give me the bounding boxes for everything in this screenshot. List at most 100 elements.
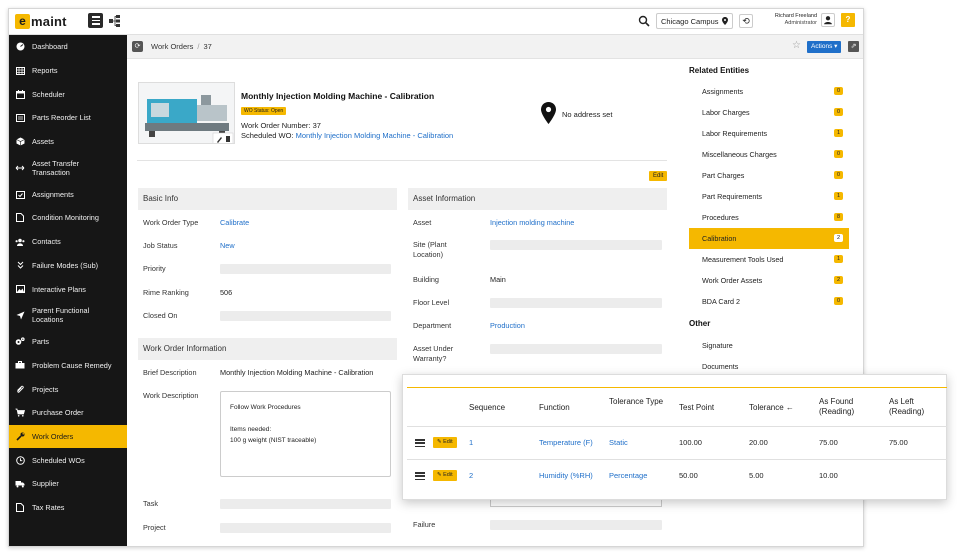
column-header[interactable]: Test Point bbox=[679, 403, 714, 413]
field-value[interactable]: Calibrate bbox=[220, 218, 249, 227]
column-header[interactable]: As Left (Reading) bbox=[889, 397, 946, 417]
failure-field[interactable] bbox=[490, 520, 662, 530]
project-field[interactable] bbox=[220, 523, 391, 533]
column-header[interactable]: As Found (Reading) bbox=[819, 397, 877, 417]
field-value[interactable]: Production bbox=[490, 321, 525, 330]
list-icon bbox=[15, 113, 25, 123]
task-field[interactable] bbox=[220, 499, 391, 509]
map-marker-icon bbox=[721, 17, 728, 25]
column-header[interactable]: Tolerance Type bbox=[609, 397, 663, 407]
empty-field[interactable] bbox=[490, 344, 662, 354]
related-item-bda-card-2[interactable]: BDA Card 2 0 bbox=[689, 291, 849, 312]
star-icon[interactable]: ☆ bbox=[792, 40, 801, 51]
cell-as-found: 75.00 bbox=[819, 438, 838, 447]
empty-field[interactable] bbox=[490, 298, 662, 308]
search-icon[interactable] bbox=[637, 14, 651, 28]
work-order-number: Work Order Number: 37 bbox=[241, 121, 321, 130]
other-heading: Other bbox=[689, 319, 711, 328]
edit-button[interactable]: Edit bbox=[649, 171, 668, 181]
sidebar-item-reports[interactable]: Reports bbox=[9, 59, 127, 83]
sidebar-item-failure-modes-sub[interactable]: Failure Modes (Sub) bbox=[9, 254, 127, 278]
external-link-icon[interactable]: ⇗ bbox=[848, 41, 859, 52]
cell-function[interactable]: Temperature (F) bbox=[539, 438, 593, 447]
sidebar-item-label: Interactive Plans bbox=[32, 284, 86, 294]
related-item-labor-requirements[interactable]: Labor Requirements 1 bbox=[689, 123, 849, 144]
cell-sequence[interactable]: 1 bbox=[469, 438, 473, 447]
cell-tolerance-type[interactable]: Static bbox=[609, 438, 628, 447]
empty-field[interactable] bbox=[490, 240, 662, 250]
drag-handle-icon[interactable] bbox=[415, 439, 425, 447]
related-item-work-order-assets[interactable]: Work Order Assets 2 bbox=[689, 270, 849, 291]
related-item-assignments[interactable]: Assignments 0 bbox=[689, 81, 849, 102]
sidebar-item-problem-cause-remedy[interactable]: Problem Cause Remedy bbox=[9, 354, 127, 378]
user-icon[interactable] bbox=[821, 13, 835, 27]
field-label: Site (Plant Location) bbox=[413, 240, 447, 259]
sitemap-icon[interactable] bbox=[108, 14, 122, 28]
sidebar-item-label: Scheduler bbox=[32, 89, 65, 99]
brief-description-value: Monthly Injection Molding Machine - Cali… bbox=[220, 368, 374, 377]
field-value[interactable]: Injection molding machine bbox=[490, 218, 574, 227]
cell-function[interactable]: Humidity (%RH) bbox=[539, 471, 593, 480]
work-description-field[interactable]: Follow Work Procedures Items needed: 100 g… bbox=[220, 391, 391, 477]
sidebar-item-label: Parts bbox=[32, 337, 50, 347]
sidebar-item-tax-rates[interactable]: Tax Rates bbox=[9, 496, 127, 520]
row-edit-button[interactable]: ✎ Edit bbox=[433, 470, 457, 481]
column-header[interactable]: Function bbox=[539, 403, 570, 413]
campus-selector[interactable]: Chicago Campus bbox=[656, 13, 733, 29]
drag-handle-icon[interactable] bbox=[415, 472, 425, 480]
sidebar-item-scheduler[interactable]: Scheduler bbox=[9, 82, 127, 106]
user-info[interactable]: Richard Freeland Administrator bbox=[759, 13, 817, 27]
scheduled-wo-link[interactable]: Monthly Injection Molding Machine - Cali… bbox=[296, 131, 454, 140]
logo-text: maint bbox=[31, 14, 67, 29]
related-item-label: Work Order Assets bbox=[702, 276, 763, 285]
sidebar-item-parent-functional-locations[interactable]: Parent Functional Locations bbox=[9, 301, 127, 330]
related-item-miscellaneous-charges[interactable]: Miscellaneous Charges 0 bbox=[689, 144, 849, 165]
related-item-part-charges[interactable]: Part Charges 0 bbox=[689, 165, 849, 186]
related-item-measurement-tools-used[interactable]: Measurement Tools Used 1 bbox=[689, 249, 849, 270]
sidebar-item-assets[interactable]: Assets bbox=[9, 130, 127, 154]
related-item-calibration[interactable]: Calibration 2 bbox=[689, 228, 849, 249]
cell-sequence[interactable]: 2 bbox=[469, 471, 473, 480]
related-item-part-requirements[interactable]: Part Requirements 1 bbox=[689, 186, 849, 207]
history-icon[interactable]: ⟲ bbox=[739, 14, 753, 28]
related-item-procedures[interactable]: Procedures 8 bbox=[689, 207, 849, 228]
sidebar-item-parts[interactable]: Parts bbox=[9, 330, 127, 354]
sidebar-item-condition-monitoring[interactable]: Condition Monitoring bbox=[9, 206, 127, 230]
sidebar-item-interactive-plans[interactable]: Interactive Plans bbox=[9, 277, 127, 301]
related-item-labor-charges[interactable]: Labor Charges 0 bbox=[689, 102, 849, 123]
description-line bbox=[230, 413, 381, 424]
sidebar-item-dashboard[interactable]: Dashboard bbox=[9, 35, 127, 59]
sidebar-item-supplier[interactable]: Supplier bbox=[9, 472, 127, 496]
actions-button[interactable]: Actions ▾ bbox=[807, 41, 842, 53]
empty-field[interactable] bbox=[220, 264, 391, 274]
sidebar-item-projects[interactable]: Projects bbox=[9, 377, 127, 401]
sidebar-item-contacts[interactable]: Contacts bbox=[9, 230, 127, 254]
breadcrumb-section[interactable]: Work Orders bbox=[151, 42, 193, 51]
reload-icon[interactable]: ⟳ bbox=[132, 41, 143, 52]
column-header[interactable]: Sequence bbox=[469, 403, 505, 413]
row-edit-button[interactable]: ✎ Edit bbox=[433, 437, 457, 448]
field-label: Closed On bbox=[143, 311, 178, 320]
count-badge: 0 bbox=[834, 87, 843, 95]
other-item-signature[interactable]: Signature bbox=[689, 335, 849, 356]
help-button[interactable]: ? bbox=[841, 13, 855, 27]
sidebar-item-work-orders[interactable]: Work Orders bbox=[9, 424, 127, 449]
column-header[interactable]: Tolerance ← bbox=[749, 403, 794, 413]
truck-icon bbox=[15, 479, 25, 489]
user-role: Administrator bbox=[784, 20, 817, 26]
sidebar-item-scheduled-wos[interactable]: Scheduled WOs bbox=[9, 448, 127, 472]
sidebar-item-purchase-order[interactable]: Purchase Order bbox=[9, 401, 127, 425]
field-label: Asset bbox=[413, 218, 432, 227]
field-value[interactable]: New bbox=[220, 241, 235, 250]
menu-icon[interactable] bbox=[88, 13, 103, 28]
emaint-logo[interactable]: e maint bbox=[15, 14, 67, 29]
sidebar-item-asset-transfer-transaction[interactable]: Asset Transfer Transaction bbox=[9, 153, 127, 182]
cell-tolerance-type[interactable]: Percentage bbox=[609, 471, 647, 480]
empty-field[interactable] bbox=[220, 311, 391, 321]
sidebar-item-label: Condition Monitoring bbox=[32, 213, 99, 223]
count-badge: 0 bbox=[834, 297, 843, 305]
sidebar-item-parts-reorder-list[interactable]: Parts Reorder List bbox=[9, 106, 127, 130]
failure-label: Failure bbox=[413, 520, 436, 529]
sidebar-item-assignments[interactable]: Assignments bbox=[9, 182, 127, 206]
count-badge: 1 bbox=[834, 192, 843, 200]
